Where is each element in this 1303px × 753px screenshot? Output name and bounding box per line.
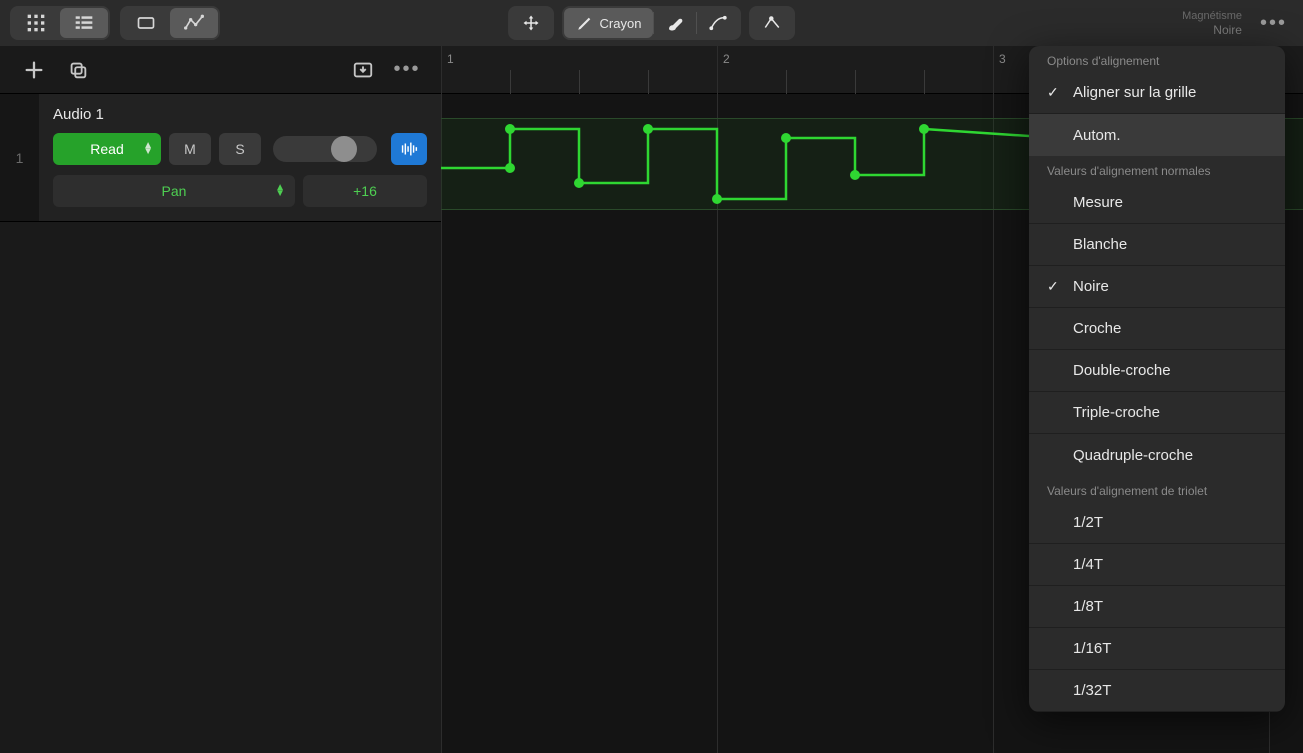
- automation-param-value[interactable]: +16: [303, 175, 427, 207]
- track-header[interactable]: Audio 1 Read ▲▼ M S: [39, 94, 441, 221]
- automation-view-button[interactable]: [170, 8, 218, 38]
- menu-item-double-croche[interactable]: Double-croche: [1029, 350, 1285, 392]
- menu-item-t18[interactable]: 1/8T: [1029, 586, 1285, 628]
- track-name[interactable]: Audio 1: [53, 106, 427, 123]
- import-button[interactable]: [347, 54, 379, 86]
- menu-section-options: Options d'alignement: [1029, 46, 1285, 72]
- menu-item-autom[interactable]: Autom.: [1029, 114, 1285, 156]
- automation-mode-select[interactable]: Read ▲▼: [53, 133, 161, 165]
- mute-button[interactable]: M: [169, 133, 211, 165]
- add-track-button[interactable]: [18, 54, 50, 86]
- brush-tool-button[interactable]: [654, 8, 696, 38]
- edit-tools: Crayon: [508, 6, 796, 40]
- menu-item-t132[interactable]: 1/32T: [1029, 670, 1285, 712]
- draw-tool-group: Crayon: [562, 6, 742, 40]
- menu-item-align-grid[interactable]: ✓ Aligner sur la grille: [1029, 72, 1285, 114]
- snap-menu: Options d'alignement ✓ Aligner sur la gr…: [1029, 46, 1285, 712]
- menu-item-mesure[interactable]: Mesure: [1029, 182, 1285, 224]
- automation-node-tool-button[interactable]: [751, 8, 793, 38]
- menu-item-t14[interactable]: 1/4T: [1029, 544, 1285, 586]
- grid-view-button[interactable]: [12, 8, 60, 38]
- automation-mode-label: Read: [90, 141, 123, 157]
- menu-section-triolet: Valeurs d'alignement de triolet: [1029, 476, 1285, 502]
- volume-thumb[interactable]: [331, 136, 357, 162]
- pencil-tool-button[interactable]: Crayon: [564, 8, 654, 38]
- list-view-button[interactable]: [60, 8, 108, 38]
- main-toolbar: Crayon Magnétisme Noire •••: [0, 0, 1303, 46]
- volume-slider[interactable]: [273, 136, 377, 162]
- single-automation-group: [120, 6, 220, 40]
- menu-item-quadruple-croche[interactable]: Quadruple-croche: [1029, 434, 1285, 476]
- view-mode-group: [10, 6, 110, 40]
- move-tool-button[interactable]: [510, 8, 552, 38]
- automation-param-label: Pan: [162, 183, 187, 199]
- menu-item-triple-croche[interactable]: Triple-croche: [1029, 392, 1285, 434]
- track-row: 1 Audio 1 Read ▲▼ M S: [0, 94, 441, 222]
- node-tool-group: [749, 6, 795, 40]
- ruler-bar-label: 3: [999, 52, 1006, 66]
- menu-item-t12[interactable]: 1/2T: [1029, 502, 1285, 544]
- snap-info: Magnétisme Noire •••: [1182, 9, 1293, 37]
- check-icon: ✓: [1047, 278, 1059, 295]
- menu-item-t116[interactable]: 1/16T: [1029, 628, 1285, 670]
- menu-item-blanche[interactable]: Blanche: [1029, 224, 1285, 266]
- duplicate-track-button[interactable]: [62, 54, 94, 86]
- snap-value: Noire: [1182, 23, 1242, 37]
- menu-section-normal: Valeurs d'alignement normales: [1029, 156, 1285, 182]
- pencil-tool-label: Crayon: [600, 16, 642, 31]
- ruler-bar-label: 2: [723, 52, 730, 66]
- track-more-button[interactable]: •••: [391, 54, 423, 86]
- track-index: 1: [0, 94, 39, 221]
- chevron-updown-icon: ▲▼: [275, 185, 285, 197]
- track-subbar: •••: [0, 46, 441, 94]
- single-track-button[interactable]: [122, 8, 170, 38]
- toolbar-more-button[interactable]: •••: [1254, 12, 1293, 35]
- menu-item-noire[interactable]: ✓ Noire: [1029, 266, 1285, 308]
- track-headers-column: ••• 1 Audio 1 Read ▲▼ M S: [0, 46, 441, 753]
- check-icon: ✓: [1047, 84, 1059, 101]
- automation-param-select[interactable]: Pan ▲▼: [53, 175, 295, 207]
- chevron-updown-icon: ▲▼: [143, 143, 153, 155]
- snap-label[interactable]: Magnétisme Noire: [1182, 9, 1242, 37]
- solo-button[interactable]: S: [219, 133, 261, 165]
- menu-item-croche[interactable]: Croche: [1029, 308, 1285, 350]
- move-tool-group: [508, 6, 554, 40]
- snap-title: Magnétisme: [1182, 9, 1242, 23]
- curve-tool-button[interactable]: [697, 8, 739, 38]
- ruler-bar-label: 1: [447, 52, 454, 66]
- waveform-mode-button[interactable]: [391, 133, 427, 165]
